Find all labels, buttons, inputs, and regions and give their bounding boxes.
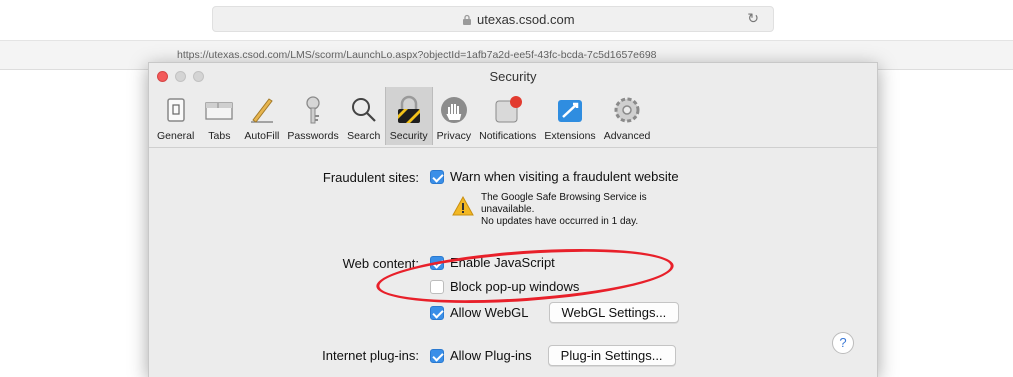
tab-label: General <box>157 130 195 142</box>
tab-url[interactable]: https://utexas.csod.com/LMS/scorm/Launch… <box>177 49 657 61</box>
tab-search[interactable]: Search <box>343 87 385 145</box>
tab-advanced[interactable]: Advanced <box>600 87 655 145</box>
general-icon <box>166 98 185 122</box>
fraudulent-warning-label: Warn when visiting a fraudulent website <box>450 169 679 184</box>
window-title: Security <box>489 69 537 84</box>
lock-icon <box>463 14 471 25</box>
extensions-icon <box>558 100 582 122</box>
address-bar[interactable]: utexas.csod.com ↻ <box>212 6 774 32</box>
plugins-row[interactable]: Allow Plug-ins Plug-in Settings... <box>430 345 676 366</box>
reload-icon[interactable]: ↻ <box>747 10 759 27</box>
tabs-icon <box>205 102 234 120</box>
window-titlebar: Security <box>149 63 877 89</box>
tab-label: Notifications <box>479 130 537 142</box>
help-button[interactable]: ? <box>832 332 854 354</box>
internet-plugins-label: Internet plug-ins: <box>322 348 419 363</box>
search-icon <box>351 98 376 122</box>
fraudulent-sites-label: Fraudulent sites: <box>322 170 419 185</box>
address-domain: utexas.csod.com <box>477 12 575 27</box>
fraudulent-warning-checkbox[interactable] <box>430 169 444 184</box>
webgl-checkbox[interactable] <box>430 305 444 320</box>
privacy-icon <box>440 97 467 123</box>
webgl-settings-button[interactable]: WebGL Settings... <box>548 302 680 323</box>
autofill-icon <box>250 98 273 123</box>
security-icon <box>397 95 420 123</box>
notifications-icon <box>495 96 522 123</box>
fraudulent-warning-row[interactable]: Warn when visiting a fraudulent website <box>430 169 679 184</box>
allow-plugins-checkbox[interactable] <box>430 348 444 363</box>
tab-security[interactable]: Security <box>384 87 433 145</box>
tab-passwords[interactable]: Passwords <box>283 87 342 145</box>
webgl-label: Allow WebGL <box>450 305 529 320</box>
allow-plugins-label: Allow Plug-ins <box>450 348 532 363</box>
web-content-label: Web content: <box>342 256 419 271</box>
warning-icon <box>452 196 474 216</box>
webgl-row[interactable]: Allow WebGL WebGL Settings... <box>430 302 680 323</box>
advanced-icon <box>614 97 640 123</box>
tab-extensions[interactable]: Extensions <box>540 87 599 145</box>
tab-label: Extensions <box>544 130 596 142</box>
tab-label: Advanced <box>603 130 651 142</box>
screenshot-stage: utexas.csod.com ↻ https://utexas.csod.co… <box>0 0 1013 377</box>
warning-line: unavailable. <box>481 204 535 215</box>
tab-label: AutoFill <box>244 130 280 142</box>
tab-label: Search <box>347 130 381 142</box>
tab-tabs[interactable]: Tabs <box>198 87 240 145</box>
tab-general[interactable]: General <box>153 87 198 145</box>
tab-privacy[interactable]: Privacy <box>433 87 475 145</box>
tab-label: Passwords <box>287 130 339 142</box>
tab-notifications[interactable]: Notifications <box>475 87 540 145</box>
warning-line: No updates have occurred in 1 day. <box>481 216 639 227</box>
safe-browsing-warning: The Google Safe Browsing Service is unav… <box>481 192 647 228</box>
plugin-settings-button[interactable]: Plug-in Settings... <box>547 345 676 366</box>
tab-label: Security <box>389 130 428 142</box>
tab-label: Privacy <box>436 130 472 142</box>
preferences-window: Security General Tabs AutoFill Passwords… <box>148 62 878 377</box>
preferences-toolbar: General Tabs AutoFill Passwords Search S… <box>153 87 654 147</box>
passwords-icon <box>306 96 320 124</box>
warning-line: The Google Safe Browsing Service is <box>481 192 647 203</box>
tab-autofill[interactable]: AutoFill <box>240 87 283 145</box>
tab-label: Tabs <box>208 130 231 142</box>
